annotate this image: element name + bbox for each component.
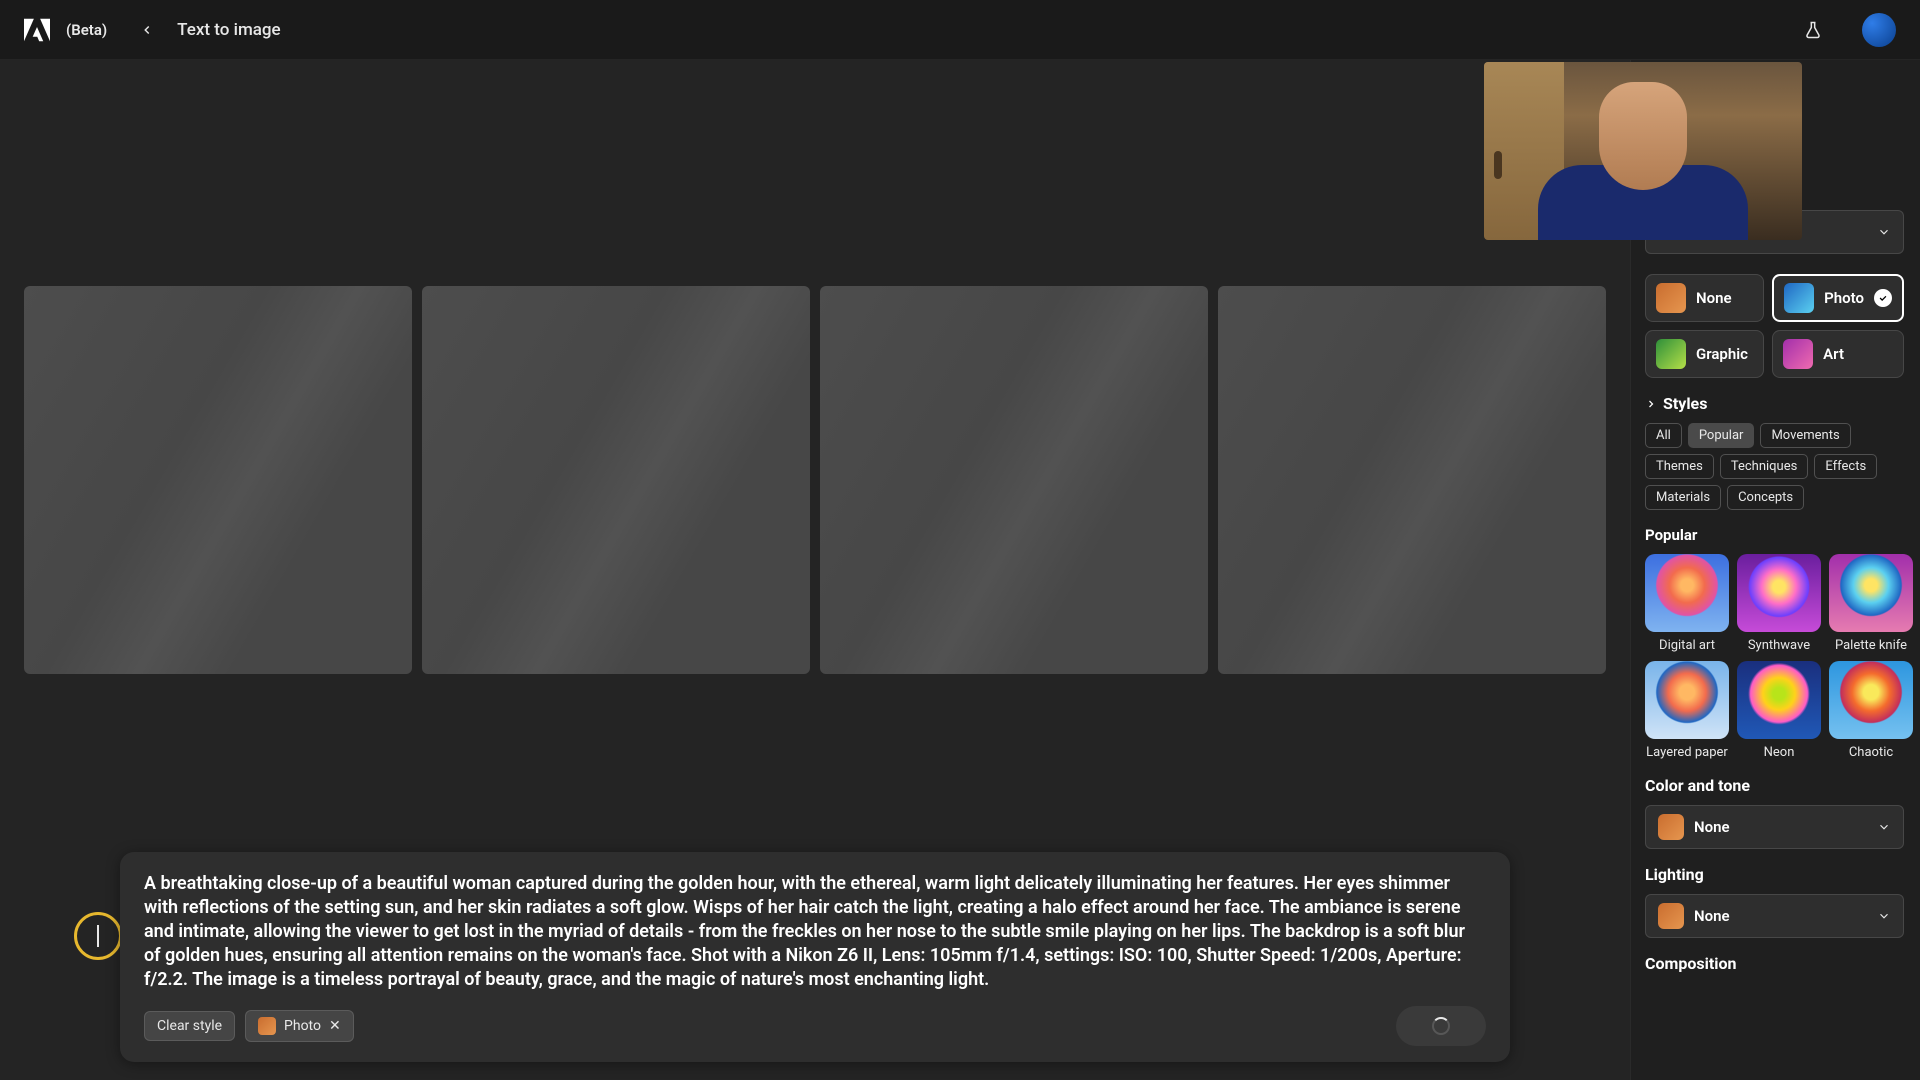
page-title: Text to image [177,20,281,40]
photo-swatch-icon [1784,283,1814,313]
adobe-logo-icon [24,17,50,43]
popular-label: Popular [1645,526,1904,544]
beta-label: (Beta) [66,21,107,39]
generate-button[interactable] [1396,1006,1486,1046]
user-avatar[interactable] [1862,13,1896,47]
none-swatch-icon [1656,283,1686,313]
back-button[interactable] [133,16,161,44]
style-card-digital-art[interactable]: Digital art [1645,554,1729,653]
style-thumb [1645,554,1729,632]
style-card-chaotic[interactable]: Chaotic [1829,661,1913,760]
style-tag-label: Photo [284,1018,321,1034]
chevron-down-icon [1877,909,1891,923]
content-type-graphic[interactable]: Graphic [1645,330,1764,378]
styles-section-header[interactable]: Styles [1645,394,1904,413]
beaker-icon[interactable] [1800,17,1826,43]
style-filter-themes[interactable]: Themes [1645,454,1714,479]
style-card-layered-paper[interactable]: Layered paper [1645,661,1729,760]
content-type-label: Art [1823,345,1844,363]
check-icon [1874,289,1892,307]
canvas-area: A breathtaking close-up of a beautiful w… [0,60,1630,1080]
style-tag-photo[interactable]: Photo ✕ [245,1010,354,1042]
style-card-synthwave[interactable]: Synthwave [1737,554,1821,653]
style-name: Digital art [1659,638,1715,653]
lighting-select[interactable]: None [1645,894,1904,938]
prompt-input[interactable]: A breathtaking close-up of a beautiful w… [144,872,1486,992]
webcam-overlay [1484,62,1802,240]
style-name: Neon [1764,745,1795,760]
clear-style-label: Clear style [157,1018,222,1034]
style-thumb [1737,554,1821,632]
swatch-icon [1658,903,1684,929]
style-card-neon[interactable]: Neon [1737,661,1821,760]
chevron-down-icon [1877,820,1891,834]
chevron-right-icon [1645,398,1657,410]
style-thumb [1829,554,1913,632]
generation-slot[interactable] [1218,286,1606,674]
style-name: Synthwave [1748,638,1810,653]
style-filter-popular[interactable]: Popular [1688,423,1755,448]
lighting-value: None [1694,907,1867,925]
style-grid: Digital art Synthwave Palette knife Layered… [1645,554,1904,760]
swatch-icon [1658,814,1684,840]
generation-slot[interactable] [24,286,412,674]
style-name: Layered paper [1646,745,1728,760]
style-filter-concepts[interactable]: Concepts [1727,485,1804,510]
style-filter-chips: AllPopularMovements ThemesTechniquesEffec… [1645,423,1904,510]
content-type-label: None [1696,289,1732,307]
cursor-highlight [74,912,122,960]
color-tone-value: None [1694,818,1867,836]
color-tone-header: Color and tone [1645,776,1904,795]
style-thumb [1645,661,1729,739]
composition-header: Composition [1645,954,1904,973]
style-card-palette-knife[interactable]: Palette knife [1829,554,1913,653]
generation-slot[interactable] [422,286,810,674]
graphic-swatch-icon [1656,339,1686,369]
content-type-art[interactable]: Art [1772,330,1904,378]
content-type-none[interactable]: None [1645,274,1764,322]
style-filter-all[interactable]: All [1645,423,1682,448]
generation-grid [24,286,1606,674]
content-type-label: Graphic [1696,345,1748,363]
style-thumb [1737,661,1821,739]
clear-style-button[interactable]: Clear style [144,1011,235,1041]
prompt-panel: A breathtaking close-up of a beautiful w… [120,852,1510,1062]
style-filter-movements[interactable]: Movements [1760,423,1850,448]
style-name: Chaotic [1849,745,1893,760]
style-name: Palette knife [1835,638,1907,653]
art-swatch-icon [1783,339,1813,369]
loading-spinner-icon [1432,1017,1450,1035]
style-filter-materials[interactable]: Materials [1645,485,1721,510]
style-filter-techniques[interactable]: Techniques [1720,454,1809,479]
content-type-photo[interactable]: Photo [1772,274,1904,322]
remove-tag-icon[interactable]: ✕ [329,1018,341,1034]
color-tone-select[interactable]: None [1645,805,1904,849]
content-type-label: Photo [1824,289,1864,307]
style-filter-effects[interactable]: Effects [1814,454,1877,479]
chevron-down-icon [1877,225,1891,239]
generation-slot[interactable] [820,286,1208,674]
style-thumb [1829,661,1913,739]
top-bar: (Beta) Text to image [0,0,1920,60]
photo-swatch-icon [258,1017,276,1035]
styles-header-label: Styles [1663,394,1707,413]
content-type-group: None Photo Graphic Art [1645,274,1904,378]
lighting-header: Lighting [1645,865,1904,884]
